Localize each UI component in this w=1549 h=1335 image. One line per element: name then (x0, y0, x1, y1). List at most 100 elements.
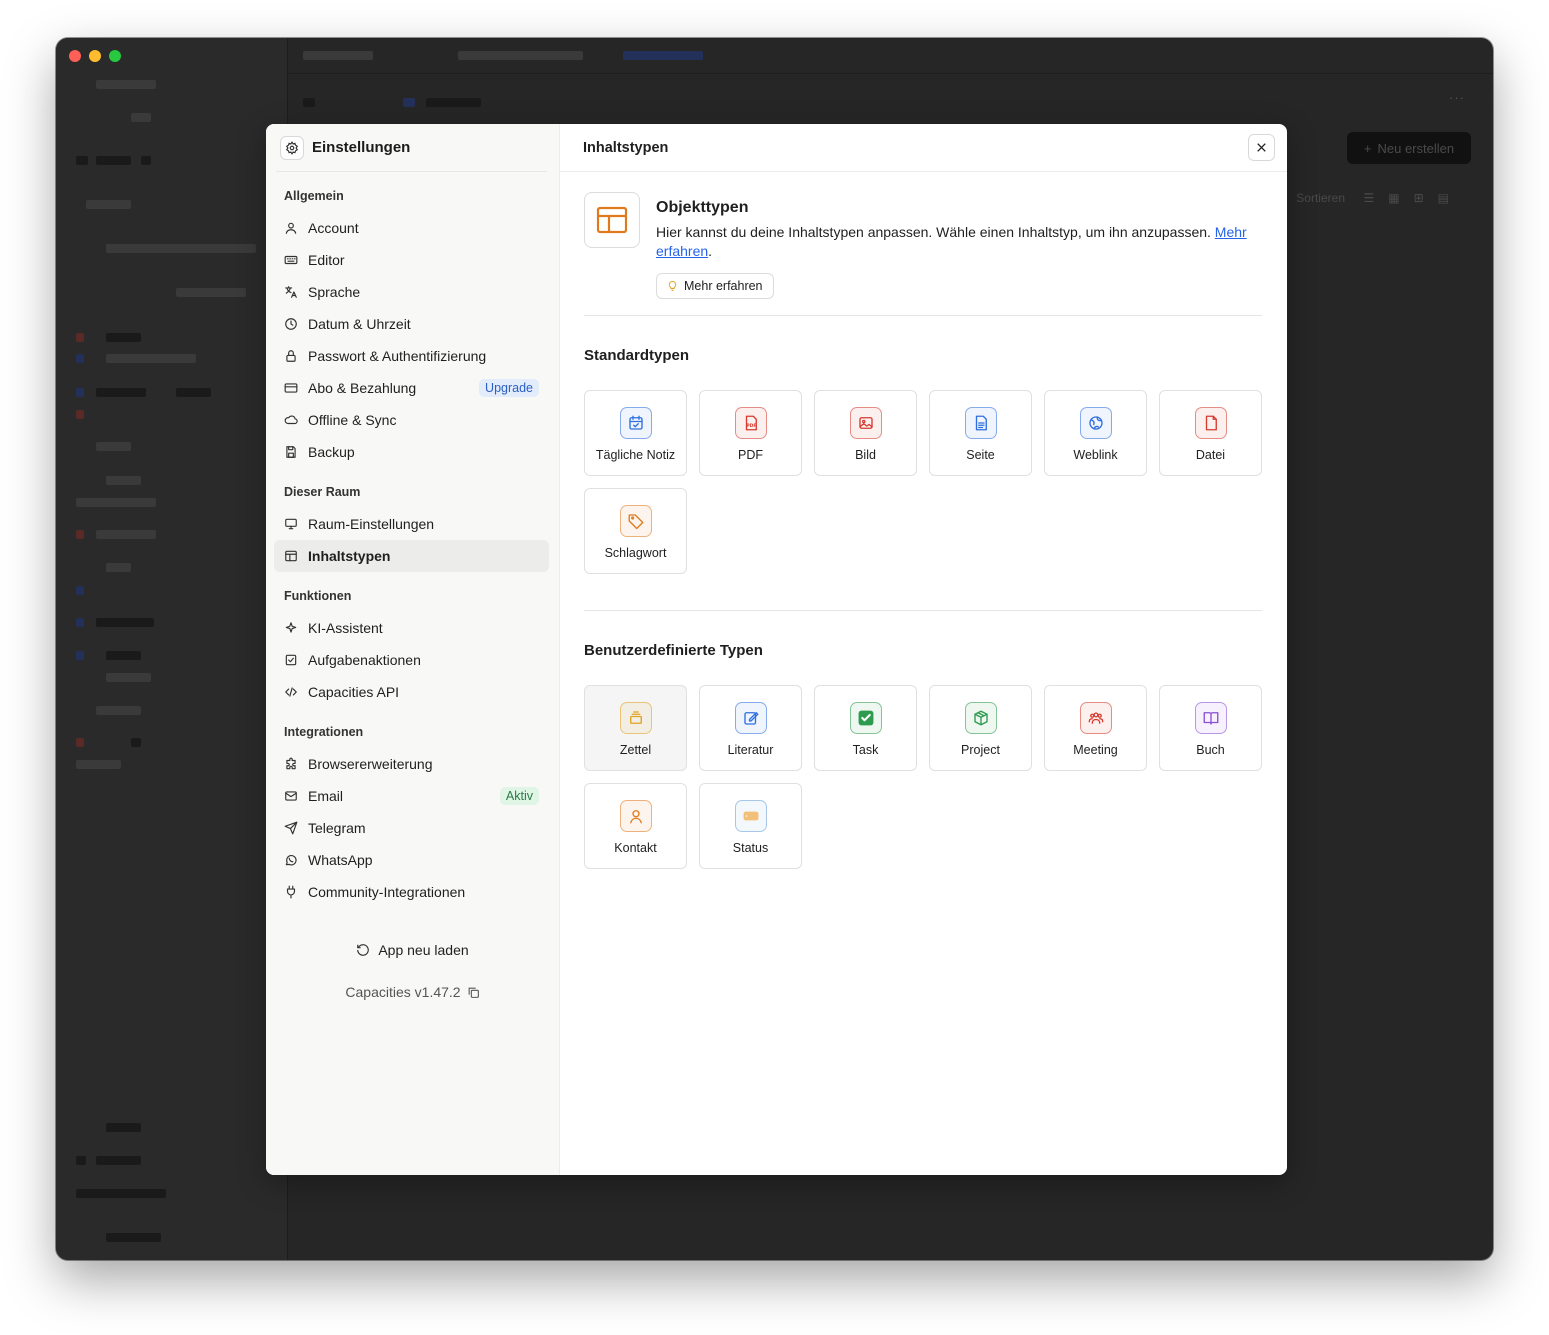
nav-footer: App neu laden Capacities v1.47.2 (266, 942, 559, 1002)
close-window-button[interactable] (69, 50, 81, 62)
keyboard-icon (284, 253, 298, 267)
type-card-datei[interactable]: Datei (1159, 390, 1262, 476)
people-icon (1079, 702, 1112, 734)
nav-section-title: Dieser Raum (284, 485, 361, 499)
status-badge[interactable]: Upgrade (479, 379, 539, 397)
intro-section: Objekttypen Hier kannst du deine Inhalts… (584, 192, 1262, 316)
globe-icon (1079, 407, 1112, 439)
refresh-icon (357, 944, 370, 956)
nav-section-title: Integrationen (284, 725, 364, 739)
stack-icon (619, 702, 652, 734)
nav-item-ki-assistent[interactable]: KI-Assistent (274, 612, 549, 644)
sort-button[interactable]: Sortieren (1296, 191, 1345, 205)
nav-item-telegram[interactable]: Telegram (274, 812, 549, 844)
nav-item-datum-uhrzeit[interactable]: Datum & Uhrzeit (274, 308, 549, 340)
nav-item-editor[interactable]: Editor (274, 244, 549, 276)
type-card-label: Zettel (619, 743, 652, 757)
type-card-zettel[interactable]: Zettel (584, 685, 687, 771)
type-card-status[interactable]: Status (699, 783, 802, 869)
view-switcher-icons[interactable]: ☰▦⊞▤ (1364, 191, 1464, 205)
settings-header: Einstellungen (276, 124, 547, 172)
nav-section-title: Funktionen (284, 589, 352, 603)
status-badge: Aktiv (499, 787, 539, 805)
nav-list: Raum-Einstellungen Inhaltstypen (274, 508, 549, 572)
nav-item-backup[interactable]: Backup (274, 436, 549, 468)
pdf-icon: PDF (734, 407, 767, 439)
nav-item-sprache[interactable]: Sprache (274, 276, 549, 308)
sparkle-icon (284, 621, 298, 635)
minimize-window-button[interactable] (89, 50, 101, 62)
gear-icon (280, 135, 304, 160)
translate-icon (284, 285, 298, 299)
file-icon (1194, 407, 1227, 439)
type-card-weblink[interactable]: Weblink (1044, 390, 1147, 476)
nav-item-label: Raum-Einstellungen (308, 516, 435, 532)
edit-icon (734, 702, 767, 734)
version-label[interactable]: Capacities v1.47.2 (345, 984, 479, 1000)
window-controls[interactable] (69, 50, 121, 62)
nav-item-label: Browsererweiterung (308, 756, 433, 772)
layout-icon (284, 549, 298, 563)
nav-list: Account Editor Sprache Datum & Uhrzeit Passw… (274, 212, 549, 468)
maximize-window-button[interactable] (109, 50, 121, 62)
nav-item-community-integrationen[interactable]: Community-Integrationen (274, 876, 549, 908)
intro-title: Objekttypen (656, 199, 749, 216)
plus-icon: + (1363, 140, 1372, 156)
nav-item-label: Community-Integrationen (308, 884, 466, 900)
type-card-pdf[interactable]: PDF PDF (699, 390, 802, 476)
type-card-project[interactable]: Project (929, 685, 1032, 771)
status-icon (734, 800, 767, 832)
nav-item-capacities-api[interactable]: Capacities API (274, 676, 549, 708)
type-card-label: Schlagwort (604, 546, 667, 560)
content-header: Inhaltstypen (560, 124, 1287, 172)
nav-item-offline-sync[interactable]: Offline & Sync (274, 404, 549, 436)
type-card-task[interactable]: Task (814, 685, 917, 771)
nav-item-label: Telegram (308, 820, 366, 836)
nav-item-label: Passwort & Authentifizierung (308, 348, 487, 364)
custom-types-grid: Zettel Literatur Task Project Meeting Buch Kon… (584, 685, 1262, 869)
nav-item-label: Datum & Uhrzeit (308, 316, 411, 332)
nav-item-browsererweiterung[interactable]: Browsererweiterung (274, 748, 549, 780)
type-card-label: Bild (855, 448, 876, 462)
nav-item-aufgabenaktionen[interactable]: Aufgabenaktionen (274, 644, 549, 676)
nav-item-email[interactable]: Email Aktiv (274, 780, 549, 812)
type-card-label: Status (732, 841, 769, 855)
new-create-button[interactable]: + Neu erstellen (1347, 132, 1471, 164)
type-card-seite[interactable]: Seite (929, 390, 1032, 476)
user-icon (284, 221, 298, 235)
nav-item-passwort-authentifizierung[interactable]: Passwort & Authentifizierung (274, 340, 549, 372)
reload-app-button[interactable]: App neu laden (356, 942, 469, 958)
type-card-bild[interactable]: Bild (814, 390, 917, 476)
nav-item-label: Capacities API (308, 684, 400, 700)
nav-list: KI-Assistent Aufgabenaktionen Capacities A… (274, 612, 549, 708)
divider (584, 610, 1262, 611)
nav-item-account[interactable]: Account (274, 212, 549, 244)
nav-item-label: KI-Assistent (308, 620, 383, 636)
nav-item-abo-bezahlung[interactable]: Abo & Bezahlung Upgrade (274, 372, 549, 404)
cloud-icon (284, 413, 298, 427)
type-card-buch[interactable]: Buch (1159, 685, 1262, 771)
code-icon (284, 685, 298, 699)
person-icon (619, 800, 652, 832)
page-icon (964, 407, 997, 439)
lock-icon (284, 349, 298, 363)
send-icon (284, 821, 298, 835)
nav-item-label: Offline & Sync (308, 412, 397, 428)
learn-more-button[interactable]: Mehr erfahren (656, 273, 774, 299)
nav-item-raum-einstellungen[interactable]: Raum-Einstellungen (274, 508, 549, 540)
settings-sections: Allgemein Account Editor Sprache Datum & Uhr… (274, 172, 549, 908)
type-card-schlagwort[interactable]: Schlagwort (584, 488, 687, 574)
type-card-kontakt[interactable]: Kontakt (584, 783, 687, 869)
nav-item-whatsapp[interactable]: WhatsApp (274, 844, 549, 876)
type-card-label: Datei (1195, 448, 1226, 462)
type-card-meeting[interactable]: Meeting (1044, 685, 1147, 771)
content-panel: Inhaltstypen Objekttypen Hier kannst du … (560, 124, 1287, 1175)
nav-item-inhaltstypen[interactable]: Inhaltstypen (274, 540, 549, 572)
type-card-tägliche-notiz[interactable]: Tägliche Notiz (584, 390, 687, 476)
type-card-label: Tägliche Notiz (595, 448, 676, 462)
close-button[interactable] (1248, 134, 1275, 161)
more-icon[interactable]: ··· (1449, 90, 1465, 105)
settings-modal: Einstellungen Allgemein Account Editor Spra… (266, 124, 1287, 1175)
type-card-literatur[interactable]: Literatur (699, 685, 802, 771)
nav-item-label: Sprache (308, 284, 361, 300)
